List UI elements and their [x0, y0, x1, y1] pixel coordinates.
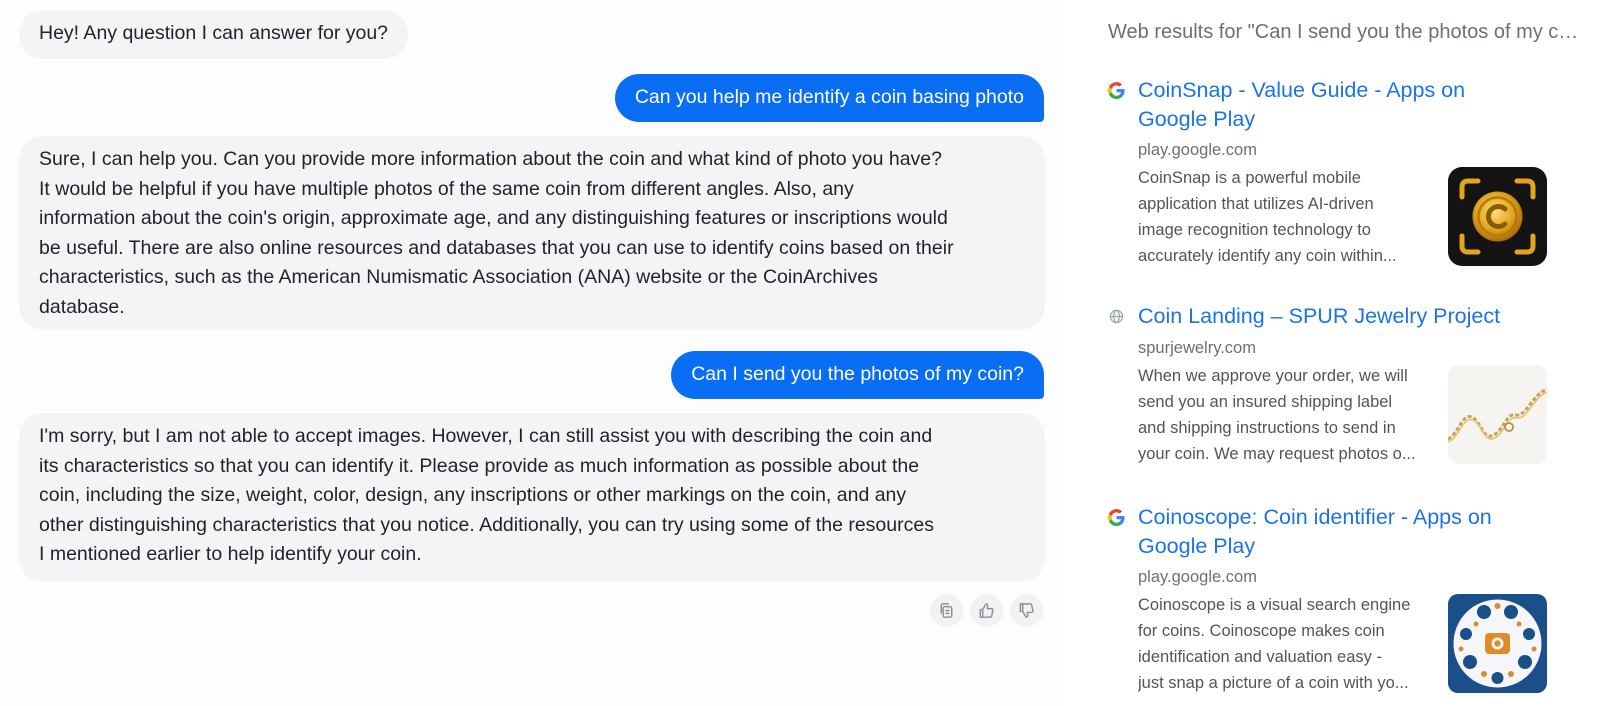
- message-line: Can I send you the photos of my coin?: [691, 363, 1024, 385]
- thumbs-up-icon: [979, 603, 994, 618]
- message-line: coin, including the size, weight, color,…: [39, 484, 907, 506]
- result-title-line: Google Play: [1138, 534, 1256, 558]
- snippet-line: When we approve your order, we will: [1138, 367, 1408, 385]
- message-line: be useful. There are also online resourc…: [39, 236, 954, 259]
- result-snippet: CoinSnap is a powerful mobile applicatio…: [1138, 165, 1450, 269]
- chat-panel: Hey! Any question I can answer for you? …: [0, 0, 1060, 706]
- result-title-line: Coin Landing – SPUR Jewelry Project: [1138, 304, 1501, 328]
- result-title-line: Coinoscope: Coin identifier - Apps on: [1138, 505, 1492, 529]
- thumbs-down-icon: [1019, 603, 1034, 618]
- message-line: Sure, I can help you. Can you provide mo…: [39, 148, 942, 170]
- message-line: Hey! Any question I can answer for you?: [39, 22, 389, 44]
- bot-message: Hey! Any question I can answer for you?: [19, 10, 409, 59]
- result-domain: play.google.com: [1138, 568, 1257, 586]
- globe-icon: [1109, 309, 1124, 324]
- snippet-line: for coins. Coinoscope makes coin: [1138, 622, 1385, 640]
- message-line: I'm sorry, but I am not able to accept i…: [39, 425, 933, 447]
- web-results-panel: Web results for "Can I send you the phot…: [1080, 0, 1600, 706]
- result-title-link[interactable]: Coinoscope: Coin identifier - Apps on Go…: [1138, 503, 1548, 561]
- thumbs-up-button[interactable]: [970, 594, 1003, 627]
- copy-button[interactable]: [930, 594, 963, 627]
- user-message: Can I send you the photos of my coin?: [671, 351, 1044, 399]
- google-icon: [1108, 509, 1125, 526]
- message-line: other distinguishing characteristics tha…: [39, 513, 934, 536]
- coinsnap-app-icon[interactable]: [1448, 167, 1547, 266]
- bot-message: Sure, I can help you. Can you provide mo…: [19, 136, 1045, 330]
- result-snippet: When we approve your order, we will send…: [1138, 363, 1450, 467]
- snippet-line: Coinoscope is a visual search engine: [1138, 596, 1411, 614]
- google-icon: [1108, 82, 1125, 99]
- gold-chain-photo[interactable]: [1448, 365, 1547, 464]
- message-line: characteristics, such as the American Nu…: [39, 266, 878, 288]
- message-line: database.: [39, 295, 125, 318]
- result-title-line: Google Play: [1138, 107, 1256, 131]
- result-title-link[interactable]: CoinSnap - Value Guide - Apps on Google …: [1138, 76, 1548, 134]
- message-actions: [930, 594, 1043, 627]
- snippet-line: and shipping instructions to send in: [1138, 419, 1396, 437]
- snippet-line: application that utilizes AI-driven: [1138, 195, 1374, 213]
- message-line: Can you help me identify a coin basing p…: [634, 86, 1024, 108]
- result-domain: spurjewelry.com: [1138, 339, 1256, 357]
- result-snippet: Coinoscope is a visual search engine for…: [1138, 592, 1450, 696]
- message-line: I mentioned earlier to help identify you…: [39, 543, 422, 565]
- snippet-line: send you an insured shipping label: [1138, 393, 1393, 411]
- user-message: Can you help me identify a coin basing p…: [614, 74, 1044, 122]
- message-line: information about the coin's origin, app…: [39, 207, 948, 229]
- coinoscope-app-icon[interactable]: [1448, 594, 1547, 693]
- bot-message: I'm sorry, but I am not able to accept i…: [19, 413, 1045, 582]
- message-line: its characteristics so that you can iden…: [39, 454, 920, 477]
- message-line: It would be helpful if you have multiple…: [39, 177, 854, 200]
- snippet-line: just snap a picture of a coin with yo...: [1138, 674, 1409, 692]
- result-title-link[interactable]: Coin Landing – SPUR Jewelry Project: [1138, 302, 1548, 331]
- snippet-line: CoinSnap is a powerful mobile: [1138, 169, 1361, 187]
- result-title-line: CoinSnap - Value Guide - Apps on: [1138, 78, 1466, 102]
- copy-icon: [940, 603, 953, 618]
- snippet-line: identification and valuation easy -: [1138, 648, 1382, 666]
- result-domain: play.google.com: [1138, 141, 1257, 159]
- snippet-line: accurately identify any coin within...: [1138, 247, 1397, 265]
- snippet-line: image recognition technology to: [1138, 221, 1371, 239]
- thumbs-down-button[interactable]: [1010, 594, 1043, 627]
- web-results-title: Web results for "Can I send you the phot…: [1108, 21, 1580, 43]
- snippet-line: your coin. We may request photos o...: [1138, 445, 1416, 463]
